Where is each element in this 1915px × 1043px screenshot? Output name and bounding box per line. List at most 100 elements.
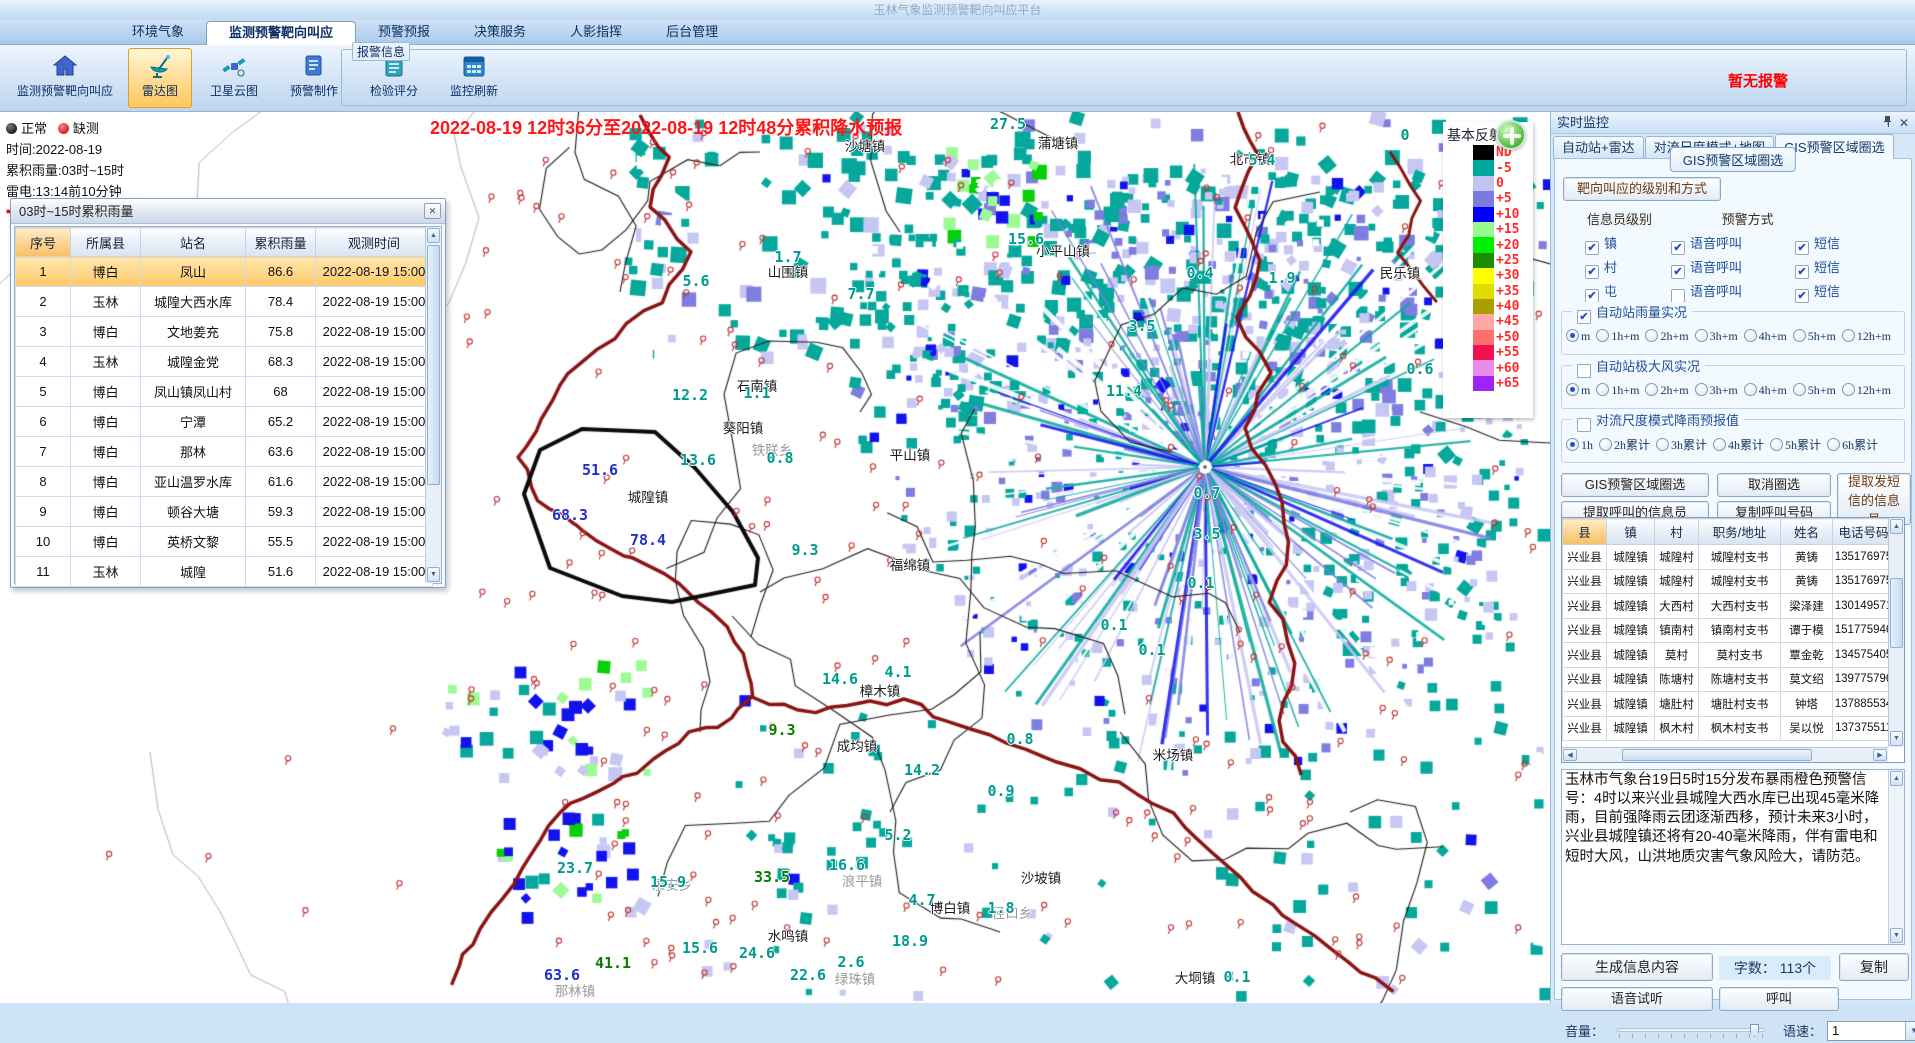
target-call-level-button[interactable]: 靶向叫应的级别和方式 (1563, 177, 1721, 201)
table-row[interactable]: 3博白文地姜充75.82022-08-19 15:00 (16, 317, 433, 347)
call-button[interactable]: 呼叫 (1719, 987, 1839, 1011)
radio-icon[interactable] (1566, 383, 1579, 396)
radio-option-4h累计[interactable]: 4h累计 (1713, 437, 1770, 452)
rain-col-header-序号[interactable]: 序号 (16, 228, 71, 257)
scroll-down-icon[interactable]: ▼ (427, 567, 440, 582)
rain-col-header-站名[interactable]: 站名 (141, 228, 246, 257)
scroll-down-icon[interactable]: ▼ (1890, 928, 1903, 943)
radio-option-2h累计[interactable]: 2h累计 (1599, 437, 1656, 452)
menu-tab-监测预警靶向叫应[interactable]: 监测预警靶向叫应 (206, 21, 356, 45)
contact-col-header-县[interactable]: 县 (1563, 519, 1607, 545)
zoom-plus-button[interactable] (1496, 120, 1526, 150)
radio-icon[interactable] (1566, 329, 1579, 342)
radio-option-1h+m[interactable]: 1h+m (1596, 382, 1645, 397)
toolbar-button-卫星云图[interactable]: 卫星云图 (196, 48, 272, 108)
table-row[interactable]: 11玉林城隍51.62022-08-19 15:00 (16, 557, 433, 587)
table-row[interactable]: 兴业县城隍镇枫木村枫木村支书吴以悦137375511 (1563, 716, 1895, 741)
speed-combobox[interactable]: 1 ▼ (1827, 1021, 1915, 1041)
radio-option-5h累计[interactable]: 5h累计 (1770, 437, 1827, 452)
table-row[interactable]: 1博白凤山86.62022-08-19 15:00 (16, 257, 433, 287)
checkbox-icon[interactable]: ✔ (1795, 241, 1809, 255)
radio-icon[interactable] (1695, 329, 1708, 342)
message-scrollbar[interactable]: ▲ ▼ (1888, 770, 1904, 944)
menu-tab-预警预报[interactable]: 预警预报 (356, 20, 452, 44)
radio-option-6h累计[interactable]: 6h累计 (1827, 437, 1884, 452)
scroll-up-icon[interactable]: ▲ (1890, 771, 1903, 786)
radio-icon[interactable] (1744, 329, 1757, 342)
scroll-left-icon[interactable]: ◀ (1563, 749, 1577, 761)
radio-option-5h+m[interactable]: 5h+m (1793, 328, 1842, 343)
table-row[interactable]: 2玉林城隍大西水库78.42022-08-19 15:00 (16, 287, 433, 317)
table-row[interactable]: 兴业县城隍镇陈塘村陈塘村支书莫文绍139775796 (1563, 667, 1895, 692)
radio-option-2h+m[interactable]: 2h+m (1645, 328, 1694, 343)
table-row[interactable]: 7博白那林63.62022-08-19 15:00 (16, 437, 433, 467)
checkbox-icon[interactable]: ✔ (1577, 418, 1591, 432)
checkbox-icon[interactable]: ✔ (1671, 289, 1685, 303)
checkbox-icon[interactable]: ✔ (1671, 265, 1685, 279)
volume-slider[interactable] (1617, 1025, 1765, 1039)
checkbox-icon[interactable]: ✔ (1585, 289, 1599, 303)
voice-preview-button[interactable]: 语音试听 (1561, 987, 1713, 1011)
radio-option-4h+m[interactable]: 4h+m (1744, 328, 1793, 343)
checkbox-icon[interactable]: ✔ (1795, 265, 1809, 279)
radio-icon[interactable] (1566, 438, 1579, 451)
radio-option-4h+m[interactable]: 4h+m (1744, 382, 1793, 397)
checkbox-sms[interactable]: ✔短信 (1795, 233, 1840, 255)
radio-option-1h+m[interactable]: 1h+m (1596, 328, 1645, 343)
table-row[interactable]: 兴业县城隍镇塘肚村塘肚村支书钟塔137885534 (1563, 692, 1895, 717)
rain-table-scrollbar[interactable]: ▲ ▼ (425, 227, 441, 583)
table-row[interactable]: 8博白亚山温罗水库61.62022-08-19 15:00 (16, 467, 433, 497)
cancel-select-button[interactable]: 取消圈选 (1717, 473, 1831, 497)
message-textarea[interactable]: 玉林市气象台19日5时15分发布暴雨橙色预警信号：4时以来兴业县城隍大西水库已出… (1561, 769, 1905, 945)
menu-tab-后台管理[interactable]: 后台管理 (644, 20, 740, 44)
radio-icon[interactable] (1793, 329, 1806, 342)
table-row[interactable]: 兴业县城隍镇城隍村城隍村支书黄铸135176975 (1563, 569, 1895, 594)
close-icon[interactable]: ✕ (424, 203, 441, 219)
checkbox-sms[interactable]: ✔短信 (1795, 257, 1840, 279)
radio-option-12h+m[interactable]: 12h+m (1842, 382, 1897, 397)
radio-icon[interactable] (1793, 383, 1806, 396)
checkbox-icon[interactable]: ✔ (1577, 310, 1591, 324)
radio-icon[interactable] (1656, 438, 1669, 451)
panel-pin-icon[interactable] (1882, 115, 1893, 132)
radio-icon[interactable] (1842, 383, 1855, 396)
radio-option-2h+m[interactable]: 2h+m (1645, 382, 1694, 397)
checkbox-icon[interactable]: ✔ (1585, 265, 1599, 279)
radio-option-3h+m[interactable]: 3h+m (1695, 382, 1744, 397)
gis-select-button[interactable]: GIS预警区域圈选 (1561, 473, 1709, 497)
radio-icon[interactable] (1770, 438, 1783, 451)
table-row[interactable]: 5博白凤山镇凤山村682022-08-19 15:00 (16, 377, 433, 407)
radio-icon[interactable] (1645, 383, 1658, 396)
contact-table-hscroll[interactable]: ◀ ▶ (1562, 747, 1888, 762)
radio-icon[interactable] (1596, 383, 1609, 396)
radio-option-12h+m[interactable]: 12h+m (1842, 328, 1897, 343)
rain-col-header-所属县[interactable]: 所属县 (71, 228, 141, 257)
radio-icon[interactable] (1645, 329, 1658, 342)
contact-col-header-姓名[interactable]: 姓名 (1781, 519, 1833, 545)
table-row[interactable]: 9博白顿谷大塘59.32022-08-19 15:00 (16, 497, 433, 527)
generate-message-button[interactable]: 生成信息内容 (1561, 953, 1713, 981)
contact-col-header-电话号码[interactable]: 电话号码 (1833, 519, 1895, 545)
contact-col-header-村[interactable]: 村 (1655, 519, 1699, 545)
toolbar-button-监测预警靶向叫应[interactable]: 监测预警靶向叫应 (6, 48, 124, 108)
contact-col-header-镇[interactable]: 镇 (1607, 519, 1655, 545)
table-row[interactable]: 10博白英桥文黎55.52022-08-19 15:00 (16, 527, 433, 557)
contact-col-header-职务/地址[interactable]: 职务/地址 (1699, 519, 1781, 545)
radio-option-5h+m[interactable]: 5h+m (1793, 382, 1842, 397)
table-row[interactable]: 4玉林城隍金党68.32022-08-19 15:00 (16, 347, 433, 377)
table-row[interactable]: 兴业县城隍镇镇南村镇南村支书谭于模151775946 (1563, 618, 1895, 643)
scroll-right-icon[interactable]: ▶ (1873, 749, 1887, 761)
toolbar-button-雷达图[interactable]: 雷达图 (128, 48, 192, 108)
scroll-up-icon[interactable]: ▲ (1890, 519, 1903, 534)
radio-option-1h[interactable]: 1h (1566, 437, 1599, 452)
table-row[interactable]: 兴业县城隍镇大西村大西村支书梁泽建130149571 (1563, 594, 1895, 619)
checkbox-voice-call[interactable]: ✔语音呼叫 (1671, 233, 1742, 255)
menu-tab-环境气象[interactable]: 环境气象 (110, 20, 206, 44)
rain-col-header-累积雨量[interactable]: 累积雨量 (246, 228, 316, 257)
checkbox-voice-call[interactable]: ✔语音呼叫 (1671, 257, 1742, 279)
radio-icon[interactable] (1744, 383, 1757, 396)
rain-col-header-观测时间[interactable]: 观测时间 (316, 228, 433, 257)
copy-button[interactable]: 复制 (1839, 953, 1909, 981)
radio-option-3h+m[interactable]: 3h+m (1695, 328, 1744, 343)
menu-tab-决策服务[interactable]: 决策服务 (452, 20, 548, 44)
